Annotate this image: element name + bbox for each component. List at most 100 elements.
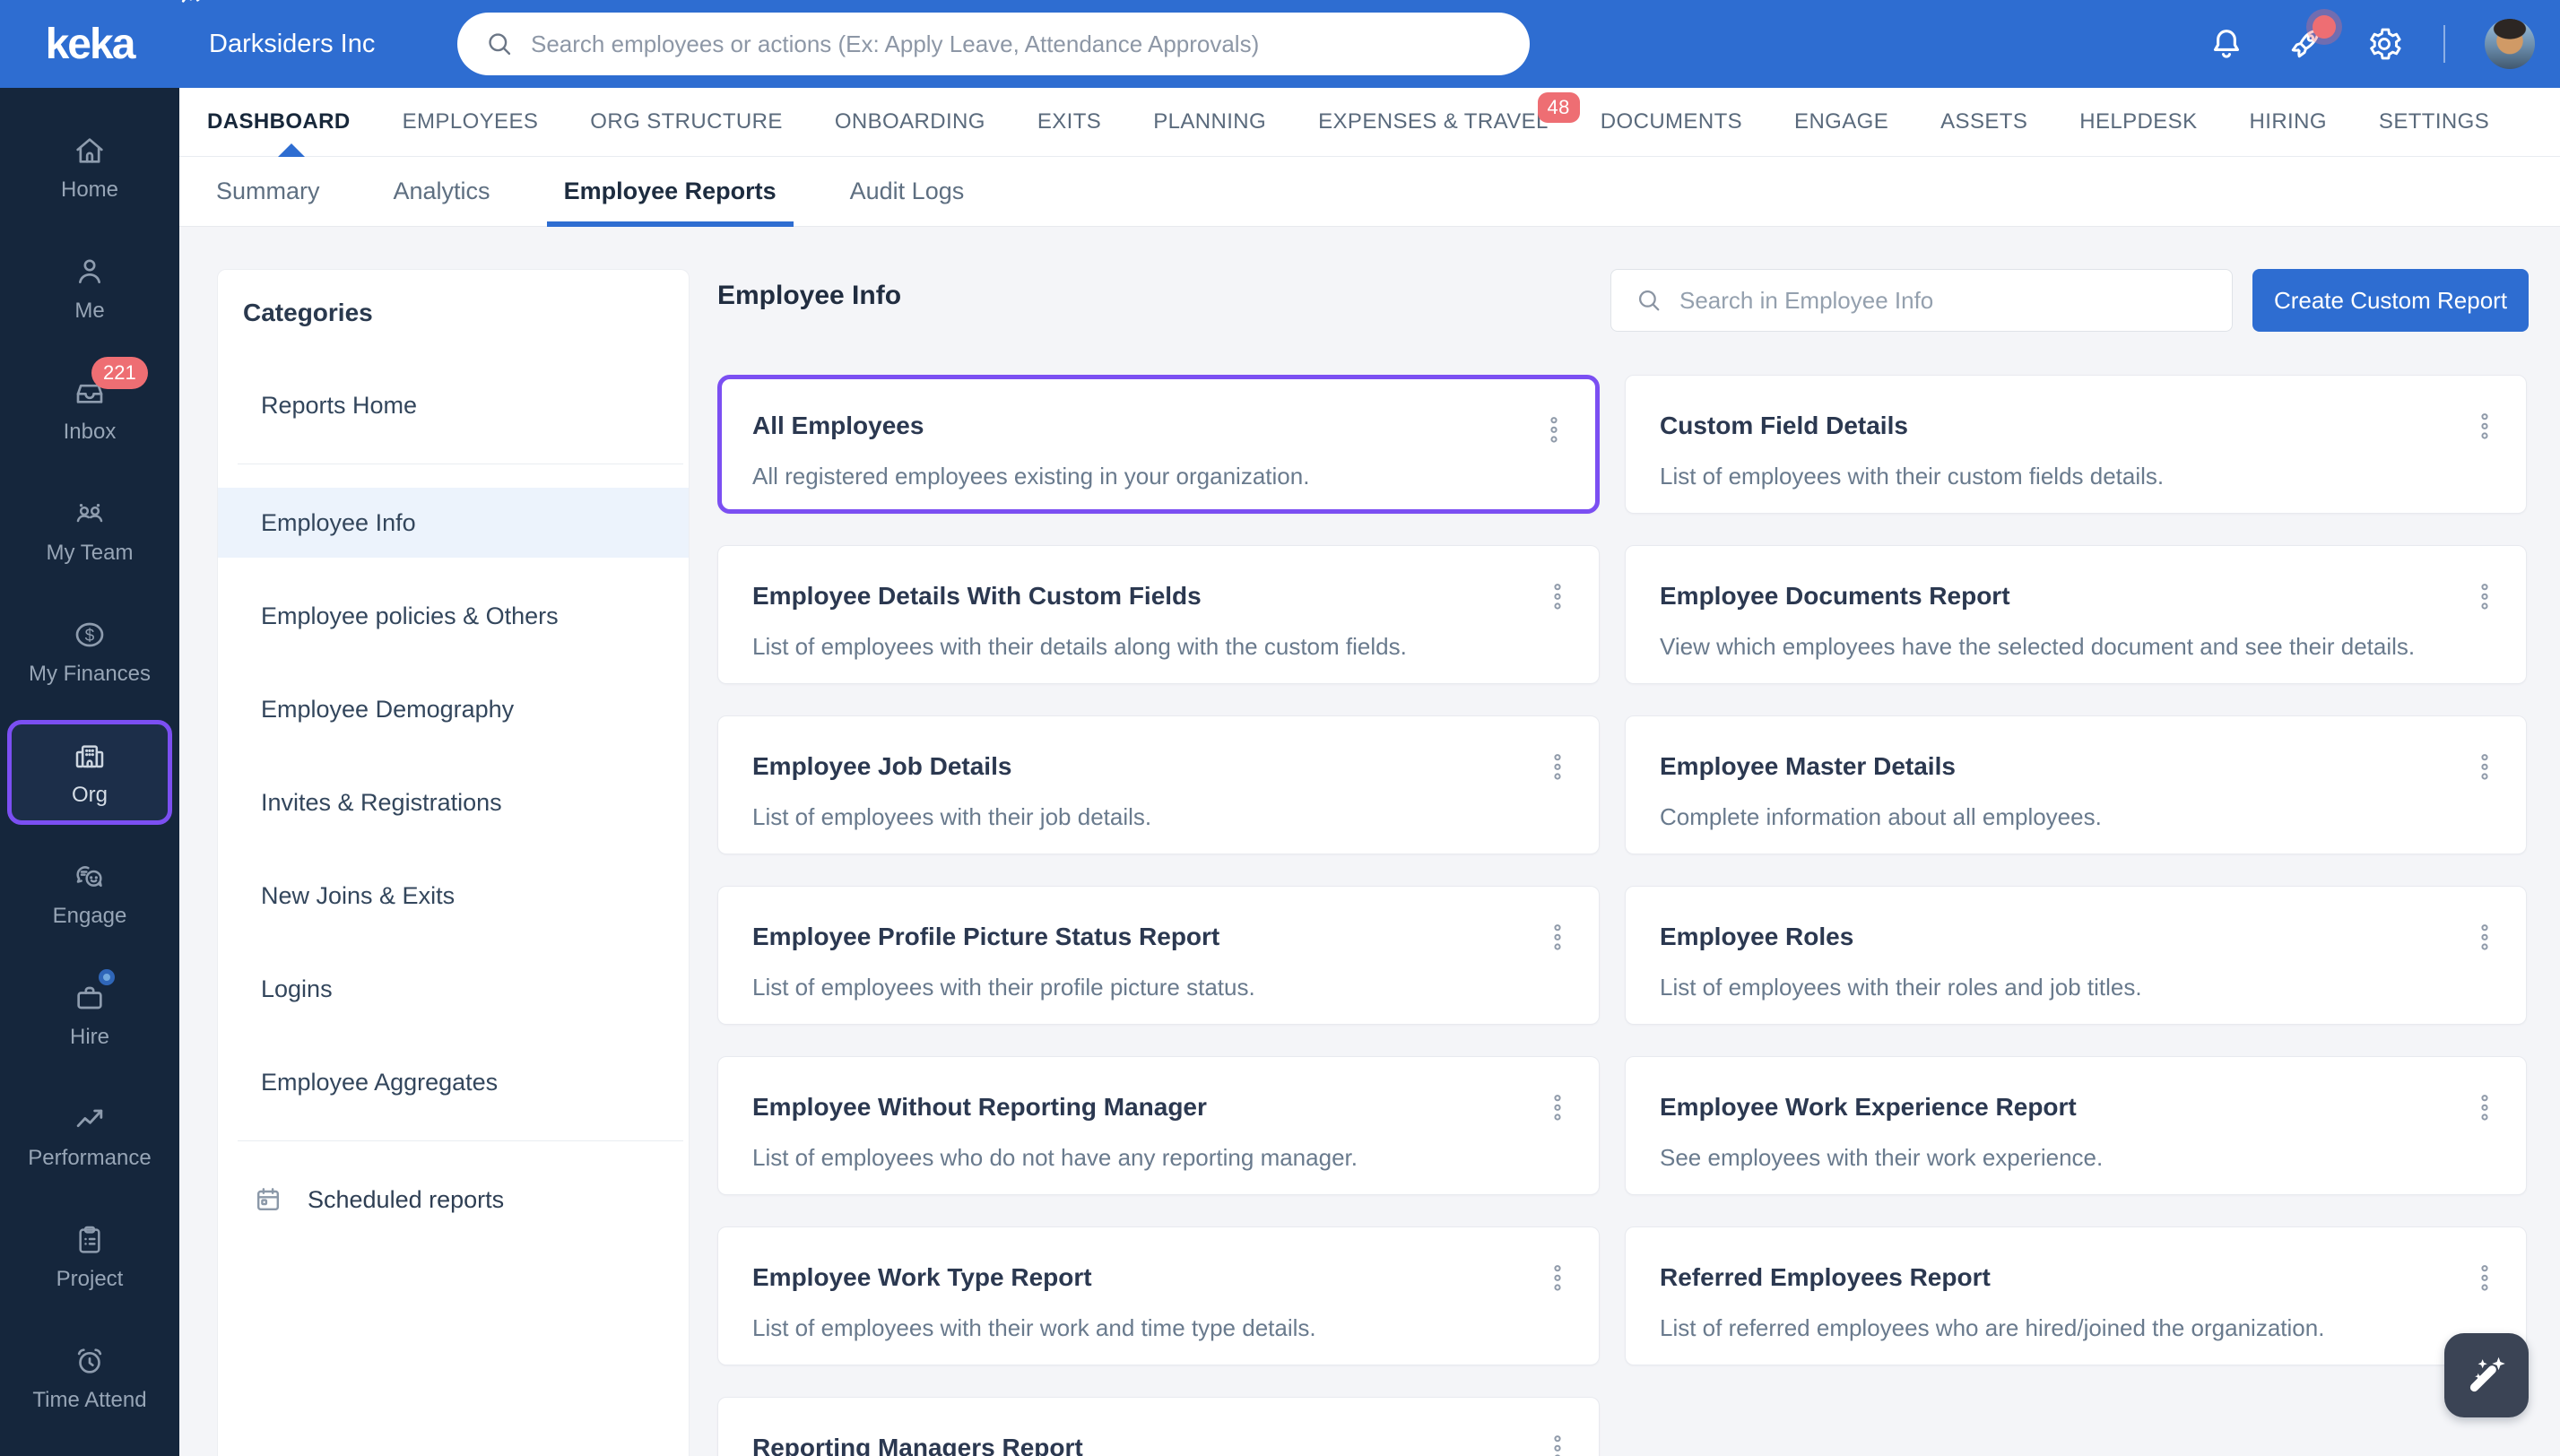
report-menu-button[interactable] xyxy=(1540,1258,1575,1301)
nav-tab-exits[interactable]: EXITS xyxy=(1011,88,1127,156)
report-card-employee-master-details[interactable]: Employee Master Details Complete informa… xyxy=(1625,715,2527,854)
gear-icon xyxy=(2370,28,2401,60)
sidebar-item-time-attend[interactable]: Time Attend xyxy=(0,1325,179,1430)
top-header: Darksiders Inc xyxy=(179,0,2560,88)
report-menu-button[interactable] xyxy=(2467,917,2503,960)
kebab-icon xyxy=(1554,584,1561,610)
kebab-icon xyxy=(2481,924,2488,950)
nav-tab-label: HELPDESK xyxy=(2079,109,2198,134)
report-menu-button[interactable] xyxy=(2467,406,2503,449)
sidebar-item-label: Me xyxy=(74,298,105,323)
report-card-all-employees[interactable]: All Employees All registered employees e… xyxy=(717,375,1600,514)
report-card-reporting-managers[interactable]: Reporting Managers Report xyxy=(717,1397,1600,1456)
home-icon xyxy=(76,137,103,163)
report-card-referred-employees[interactable]: Referred Employees Report List of referr… xyxy=(1625,1226,2527,1365)
sidebar-item-my-finances[interactable]: My Finances xyxy=(0,599,179,704)
keka-logo[interactable]: keka xyxy=(0,0,205,88)
report-card-employee-documents[interactable]: Employee Documents Report View which emp… xyxy=(1625,545,2527,684)
sidebar-item-label: My Finances xyxy=(28,661,152,686)
report-description: List of employees with their job details… xyxy=(752,803,1152,830)
report-menu-button[interactable] xyxy=(2467,1088,2503,1131)
category-employee-demography[interactable]: Employee Demography xyxy=(218,674,689,744)
report-card-employee-details-custom-fields[interactable]: Employee Details With Custom Fields List… xyxy=(717,545,1600,684)
scheduled-reports-link[interactable]: Scheduled reports xyxy=(218,1165,689,1235)
nav-tab-org-structure[interactable]: ORG STRUCTURE xyxy=(564,88,809,156)
report-menu-button[interactable] xyxy=(1540,1088,1575,1131)
whats-new-button[interactable] xyxy=(2286,15,2336,64)
report-search[interactable] xyxy=(1610,269,2233,332)
nav-tab-helpdesk[interactable]: HELPDESK xyxy=(2053,88,2223,156)
report-card-employee-roles[interactable]: Employee Roles List of employees with th… xyxy=(1625,886,2527,1025)
inbox-count-badge: 221 xyxy=(91,357,148,389)
nav-tab-expenses-travel[interactable]: EXPENSES & TRAVEL 48 xyxy=(1292,88,1580,156)
report-search-input[interactable] xyxy=(1679,286,2209,315)
sidebar-item-label: Engage xyxy=(52,903,127,928)
page-title: Employee Info xyxy=(717,281,902,310)
nav-tab-onboarding[interactable]: ONBOARDING xyxy=(809,88,1011,156)
tab-audit-logs[interactable]: Audit Logs xyxy=(813,157,1002,226)
nav-tab-dashboard[interactable]: DASHBOARD xyxy=(207,88,377,156)
report-menu-button[interactable] xyxy=(1536,410,1572,453)
report-card-profile-picture-status[interactable]: Employee Profile Picture Status Report L… xyxy=(717,886,1600,1025)
report-card-custom-field-details[interactable]: Custom Field Details List of employees w… xyxy=(1625,375,2527,514)
category-employee-aggregates[interactable]: Employee Aggregates xyxy=(218,1047,689,1117)
report-menu-button[interactable] xyxy=(1540,1428,1575,1456)
settings-button[interactable] xyxy=(2365,24,2404,64)
tab-summary[interactable]: Summary xyxy=(179,157,357,226)
dashboard-subnav: Summary Analytics Employee Reports Audit… xyxy=(179,157,2560,227)
category-employee-info[interactable]: Employee Info xyxy=(218,488,689,558)
tab-analytics[interactable]: Analytics xyxy=(357,157,527,226)
global-search[interactable] xyxy=(457,13,1530,75)
sub-tab-label: Audit Logs xyxy=(849,178,965,204)
report-menu-button[interactable] xyxy=(1540,917,1575,960)
notifications-button[interactable] xyxy=(2207,24,2246,64)
sidebar-item-hire[interactable]: Hire xyxy=(0,962,179,1067)
building-icon xyxy=(75,744,104,768)
category-logins[interactable]: Logins xyxy=(218,954,689,1024)
report-menu-button[interactable] xyxy=(1540,747,1575,790)
sidebar-item-project[interactable]: Project xyxy=(0,1204,179,1309)
ai-assistant-button[interactable] xyxy=(2444,1333,2529,1417)
report-menu-button[interactable] xyxy=(2467,576,2503,620)
report-card-employee-job-details[interactable]: Employee Job Details List of employees w… xyxy=(717,715,1600,854)
category-new-joins-exits[interactable]: New Joins & Exits xyxy=(218,861,689,931)
report-menu-button[interactable] xyxy=(1540,576,1575,620)
nav-tab-documents[interactable]: DOCUMENTS xyxy=(1575,88,1768,156)
sidebar-item-home[interactable]: Home xyxy=(0,115,179,220)
alarm-icon xyxy=(77,1348,102,1374)
report-menu-button[interactable] xyxy=(2467,747,2503,790)
report-description: List of referred employees who are hired… xyxy=(1660,1314,2325,1341)
report-card-work-experience[interactable]: Employee Work Experience Report See empl… xyxy=(1625,1056,2527,1195)
report-card-work-type[interactable]: Employee Work Type Report List of employ… xyxy=(717,1226,1600,1365)
magic-wand-icon xyxy=(2460,1349,2512,1401)
create-custom-report-button[interactable]: Create Custom Report xyxy=(2252,269,2529,332)
nav-tab-label: EMPLOYEES xyxy=(402,109,539,134)
global-search-input[interactable] xyxy=(531,30,1503,58)
sidebar-item-my-team[interactable]: My Team xyxy=(0,478,179,583)
nav-tab-engage[interactable]: ENGAGE xyxy=(1768,88,1914,156)
report-card-without-reporting-manager[interactable]: Employee Without Reporting Manager List … xyxy=(717,1056,1600,1195)
tab-employee-reports[interactable]: Employee Reports xyxy=(527,157,813,227)
sidebar-item-org[interactable]: Org xyxy=(7,720,172,825)
search-icon xyxy=(489,33,511,56)
sidebar-item-inbox[interactable]: 221 Inbox xyxy=(0,357,179,462)
category-employee-policies[interactable]: Employee policies & Others xyxy=(218,581,689,651)
user-avatar[interactable] xyxy=(2485,19,2535,69)
report-cards-grid: All Employees All registered employees e… xyxy=(717,375,2527,1456)
sidebar-item-label: Home xyxy=(60,177,119,202)
nav-tab-hiring[interactable]: HIRING xyxy=(2224,88,2353,156)
content-area: Categories Reports Home Employee Info Em… xyxy=(179,227,2560,1456)
search-icon xyxy=(1638,290,1660,311)
nav-tab-planning[interactable]: PLANNING xyxy=(1127,88,1292,156)
nav-tab-assets[interactable]: ASSETS xyxy=(1914,88,2053,156)
sidebar-item-engage[interactable]: Engage xyxy=(0,841,179,946)
sidebar-item-performance[interactable]: Performance xyxy=(0,1083,179,1188)
report-menu-button[interactable] xyxy=(2467,1258,2503,1301)
nav-tab-settings[interactable]: SETTINGS xyxy=(2353,88,2515,156)
sidebar-item-label: Hire xyxy=(69,1024,109,1049)
nav-tab-employees[interactable]: EMPLOYEES xyxy=(377,88,565,156)
category-reports-home[interactable]: Reports Home xyxy=(218,370,689,440)
category-invites-registrations[interactable]: Invites & Registrations xyxy=(218,767,689,837)
nav-tab-label: ORG STRUCTURE xyxy=(590,109,783,134)
sidebar-item-me[interactable]: Me xyxy=(0,236,179,341)
